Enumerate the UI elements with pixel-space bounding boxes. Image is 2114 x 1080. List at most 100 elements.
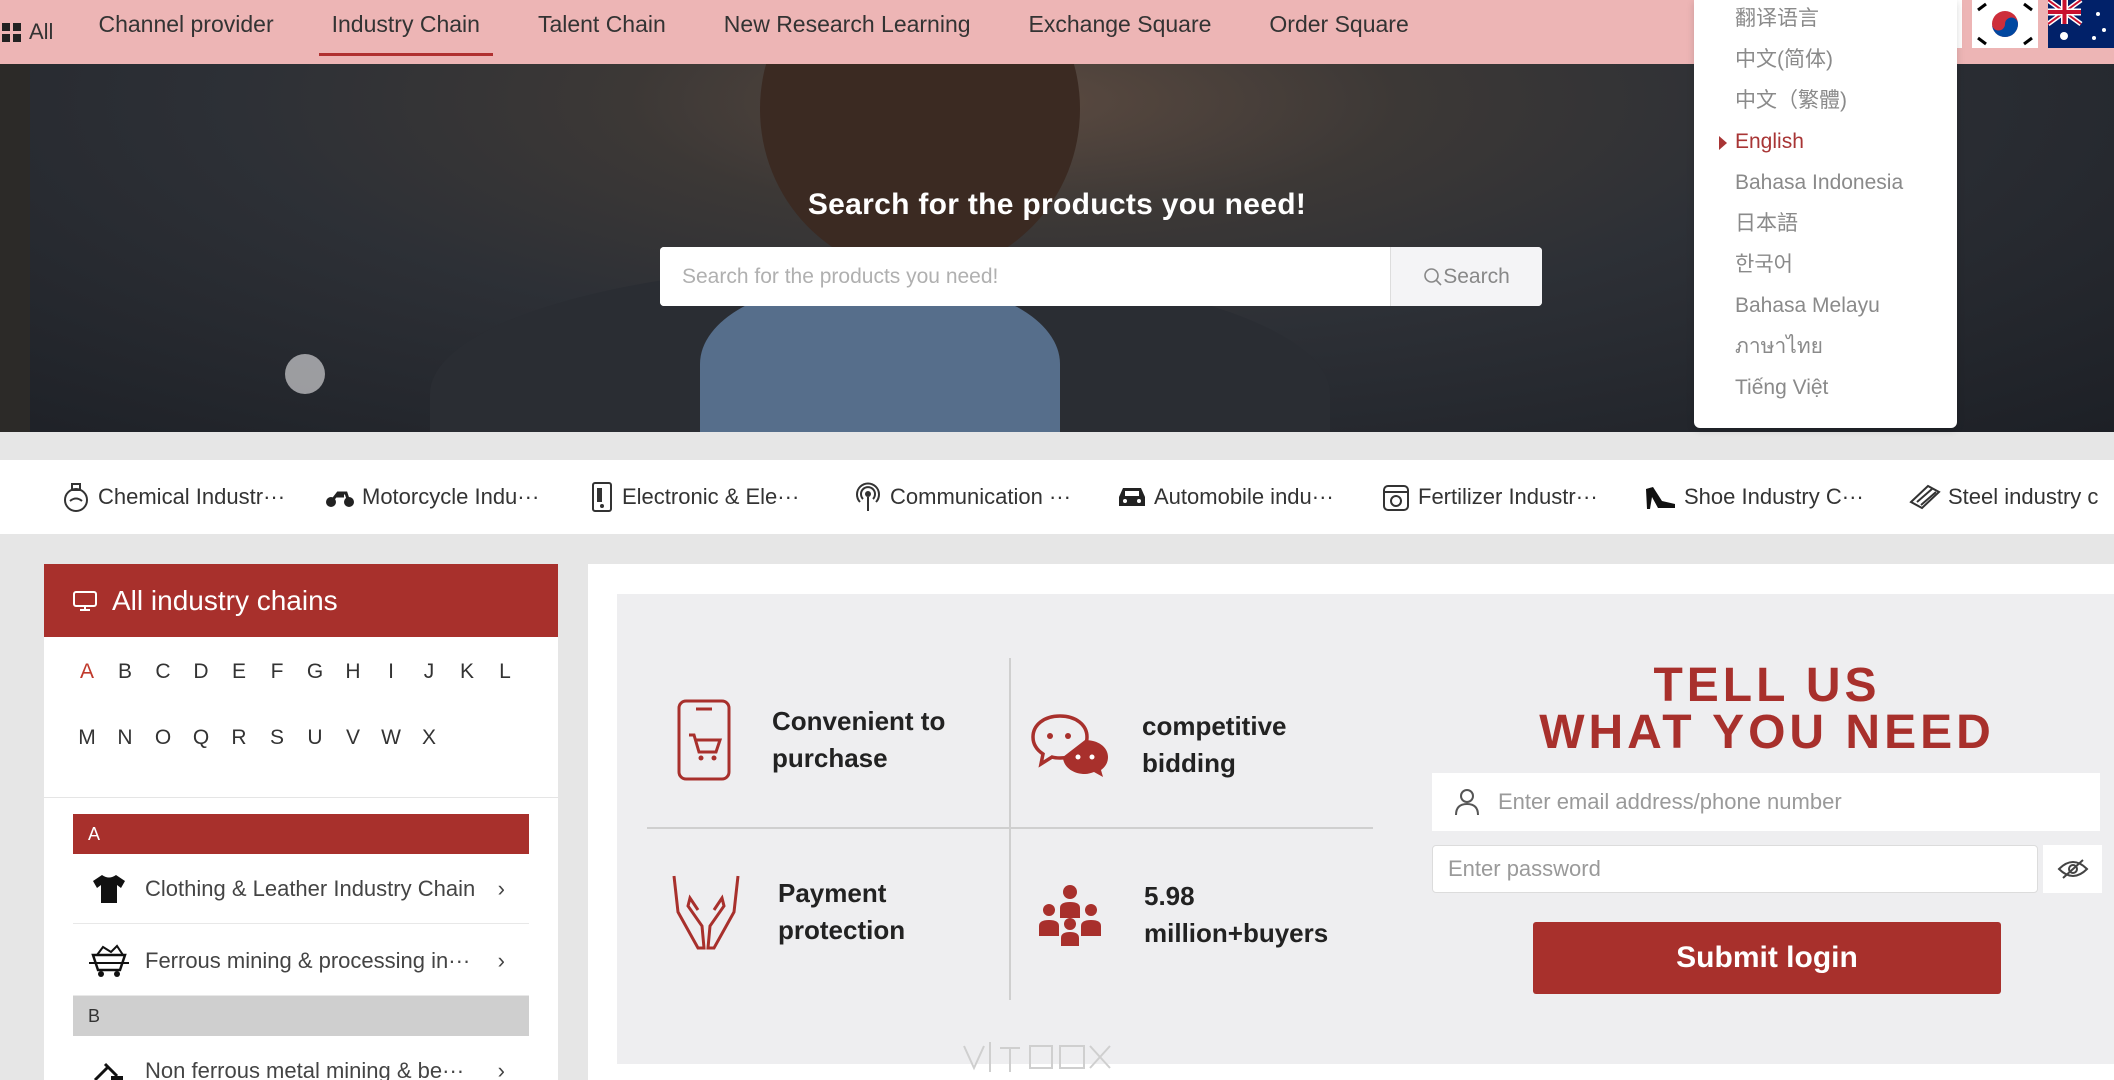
letter-a[interactable]: A (68, 657, 106, 723)
nav-item-channel-provider[interactable]: Channel provider (85, 0, 286, 64)
category-label: Motorcycle Indu··· (362, 484, 540, 509)
letter-e[interactable]: E (220, 657, 258, 723)
category-shoe[interactable]: Shoe Industry C··· (1584, 483, 1864, 511)
divider (44, 797, 558, 798)
mine-cart-icon (89, 943, 129, 977)
category-communication[interactable]: Communication ··· (792, 481, 1071, 513)
phone-cart-icon (677, 699, 731, 781)
all-menu-button[interactable]: All (2, 19, 53, 45)
people-icon (1039, 885, 1101, 946)
industry-item-clothing-leather[interactable]: Clothing & Leather Industry Chain › (73, 854, 529, 924)
language-option-vietnamese[interactable]: Tiếng Việt (1694, 372, 1957, 413)
letter-i[interactable]: I (372, 657, 410, 723)
language-option-malay[interactable]: Bahasa Melayu (1694, 290, 1957, 331)
category-fertilizer[interactable]: Fertilizer Industr··· (1320, 481, 1598, 513)
letter-v[interactable]: V (334, 723, 372, 789)
flask-icon (64, 483, 88, 512)
category-steel[interactable]: Steel industry c (1848, 482, 2112, 512)
letter-q[interactable]: Q (182, 723, 220, 789)
letter-b[interactable]: B (106, 657, 144, 723)
category-automobile[interactable]: Automobile indu··· (1056, 483, 1334, 511)
letter-l[interactable]: L (486, 657, 524, 723)
feature-convenient-purchase: Convenient to purchase (676, 698, 982, 782)
letter-o[interactable]: O (144, 723, 182, 789)
letter-g[interactable]: G (296, 657, 334, 723)
language-option-translate[interactable]: 翻译语言 (1694, 3, 1957, 44)
category-label: Chemical Industr··· (98, 484, 286, 509)
korea-flag-icon[interactable] (1972, 0, 2038, 48)
language-option-korean[interactable]: 한국어 (1694, 249, 1957, 290)
industry-item-non-ferrous-mining[interactable]: Non ferrous metal mining & be··· › (73, 1036, 529, 1080)
language-option-zh-hans[interactable]: 中文(简体) (1694, 44, 1957, 85)
nav-item-new-research-learning[interactable]: New Research Learning (711, 0, 984, 64)
language-dropdown: 翻译语言 中文(简体) 中文（繁體) English Bahasa Indone… (1694, 0, 1957, 428)
australia-flag-icon[interactable] (2048, 0, 2114, 48)
category-label: Electronic & Ele··· (622, 484, 800, 509)
letter-s[interactable]: S (258, 723, 296, 789)
motorcycle-icon (326, 491, 354, 507)
nav-item-exchange-square[interactable]: Exchange Square (1016, 0, 1225, 64)
letter-w[interactable]: W (372, 723, 410, 789)
search-button[interactable]: Search (1390, 247, 1542, 306)
nav-item-talent-chain[interactable]: Talent Chain (525, 0, 679, 64)
industry-item-ferrous-mining[interactable]: Ferrous mining & processing in··· › (73, 926, 529, 996)
search-button-label: Search (1443, 264, 1510, 288)
hero-photo-shirt (700, 284, 1060, 432)
feature-text: Convenient to purchase (772, 706, 946, 773)
nav-item-industry-chain[interactable]: Industry Chain (318, 0, 494, 64)
category-label: Shoe Industry C··· (1684, 484, 1864, 509)
feature-competitive-bidding: competitive bidding (1030, 708, 1352, 782)
tshirt-icon (93, 874, 125, 903)
letter-k[interactable]: K (448, 657, 486, 723)
feature-divider-vertical (1009, 658, 1011, 1000)
chevron-right-icon: › (497, 875, 505, 901)
toggle-password-button[interactable] (2043, 845, 2102, 893)
letter-j[interactable]: J (410, 657, 448, 723)
grid-icon (2, 22, 21, 42)
letter-x[interactable]: X (410, 723, 448, 789)
letter-d[interactable]: D (182, 657, 220, 723)
letter-m[interactable]: M (68, 723, 106, 789)
feature-buyers-count: 5.98 million+buyers (1036, 878, 1364, 952)
chevron-right-icon: › (497, 947, 505, 973)
language-option-indonesian[interactable]: Bahasa Indonesia (1694, 167, 1957, 208)
hands-icon (672, 875, 740, 950)
hero-photo-light (285, 354, 325, 394)
email-input[interactable] (1498, 789, 2100, 815)
hero-photo-face (760, 64, 1080, 274)
letter-h[interactable]: H (334, 657, 372, 723)
category-label: Fertilizer Industr··· (1418, 484, 1598, 509)
search-input[interactable] (660, 247, 1390, 306)
category-electronic[interactable]: Electronic & Ele··· (528, 481, 799, 513)
antenna-icon (856, 482, 880, 511)
high-heel-icon (1646, 487, 1675, 509)
category-motorcycle[interactable]: Motorcycle Indu··· (264, 483, 539, 511)
industry-item-label: Clothing & Leather Industry Chain (145, 875, 476, 901)
group-header-a: A (73, 814, 529, 854)
letter-u[interactable]: U (296, 723, 334, 789)
hero-search-box: Search (660, 247, 1542, 306)
category-label: Communication ··· (890, 484, 1071, 509)
language-option-thai[interactable]: ภาษาไทย (1694, 331, 1957, 372)
submit-login-button[interactable]: Submit login (1533, 922, 2001, 994)
mining-icon (93, 1062, 123, 1080)
language-option-japanese[interactable]: 日本語 (1694, 208, 1957, 249)
letter-c[interactable]: C (144, 657, 182, 723)
category-label: Automobile indu··· (1154, 484, 1334, 509)
letter-n[interactable]: N (106, 723, 144, 789)
feature-text: 5.98 million+buyers (1144, 881, 1329, 948)
monitor-icon (73, 590, 97, 611)
feature-payment-protection: Payment protection (668, 872, 988, 952)
letter-r[interactable]: R (220, 723, 258, 789)
sidebar-title: All industry chains (112, 584, 338, 616)
car-icon (1119, 488, 1145, 506)
nav-item-order-square[interactable]: Order Square (1256, 0, 1421, 64)
language-option-zh-hant[interactable]: 中文（繁體) (1694, 85, 1957, 126)
category-chemical[interactable]: Chemical Industr··· (0, 481, 285, 513)
language-option-english[interactable]: English (1694, 126, 1957, 167)
feature-divider-horizontal (647, 827, 1373, 829)
password-input[interactable] (1448, 856, 2037, 882)
category-bar: Chemical Industr··· Motorcycle Indu··· E… (0, 460, 2114, 534)
letter-f[interactable]: F (258, 657, 296, 723)
industry-item-label: Non ferrous metal mining & be··· (145, 1058, 465, 1080)
